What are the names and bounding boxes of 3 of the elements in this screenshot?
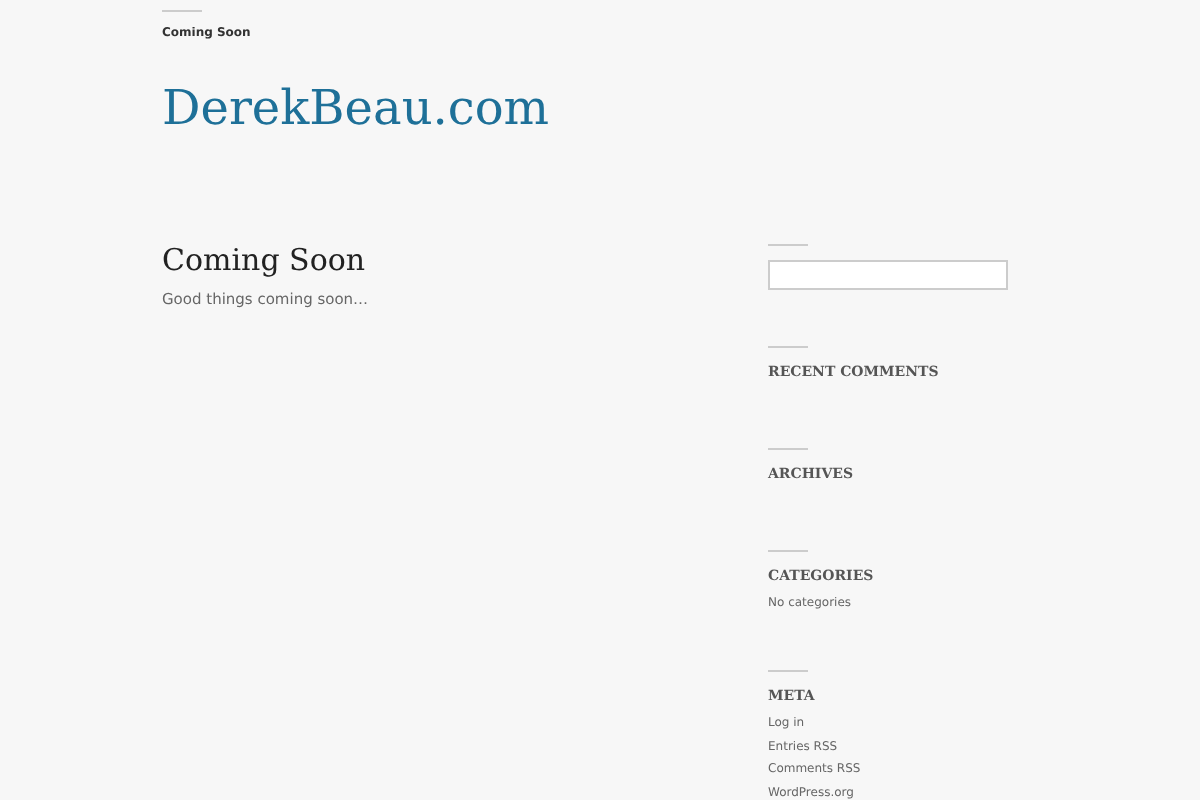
site-title[interactable]: DerekBeau.com — [162, 80, 1200, 140]
post-title: Coming Soon — [162, 242, 368, 278]
search-field[interactable] — [768, 260, 1008, 290]
